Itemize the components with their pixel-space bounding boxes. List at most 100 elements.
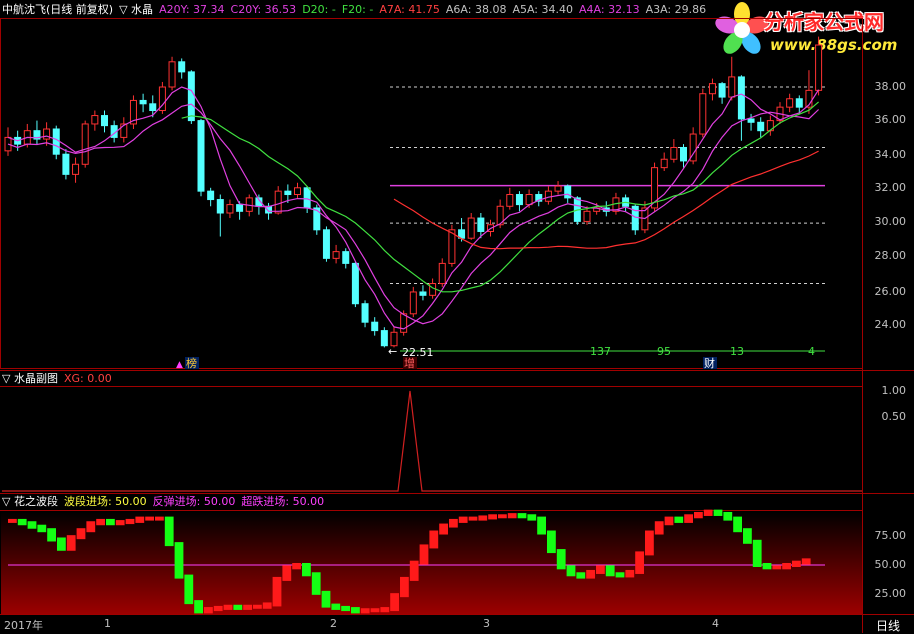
wave-bar — [106, 518, 115, 526]
candle — [351, 261, 359, 308]
candle-body — [815, 44, 823, 91]
wave-bar — [468, 516, 478, 521]
candle — [197, 118, 205, 197]
candle — [226, 199, 234, 219]
sub2-tick-0: 75.00 — [874, 529, 907, 542]
wave-bar — [478, 515, 488, 521]
candle — [544, 186, 552, 205]
candle-body — [62, 153, 70, 175]
candle-body — [332, 251, 340, 259]
candle-body — [187, 71, 195, 122]
wave-bar — [311, 572, 321, 595]
main-price-chart[interactable]: 22.51← 137 95 13 4榜增财▲ — [4, 36, 825, 370]
sub1-title[interactable]: ▽ 水晶副图 — [2, 372, 58, 385]
candle — [728, 56, 736, 101]
candle-body — [72, 163, 80, 175]
candle-body — [515, 194, 523, 206]
price-tick-0: 38.00 — [874, 80, 907, 93]
wave-bar — [547, 530, 556, 554]
candle — [708, 78, 716, 101]
wave-bar — [684, 514, 693, 523]
candle-body — [52, 128, 60, 155]
time-tick-4: 4 — [712, 617, 719, 630]
wave-bar — [360, 608, 370, 614]
candle-body — [708, 83, 716, 95]
candle — [33, 120, 41, 145]
candle — [467, 213, 475, 240]
wave-bar — [57, 537, 66, 551]
candle-body — [583, 210, 591, 222]
count-label-3: 4 — [808, 345, 815, 358]
candle — [322, 226, 330, 262]
wave-bar — [664, 516, 674, 526]
wave-bar — [752, 539, 762, 567]
candle-body — [226, 204, 234, 214]
count-label-2: 13 — [730, 345, 744, 358]
wave-bar — [282, 565, 292, 581]
candle — [535, 191, 543, 207]
wave-bar — [743, 528, 752, 544]
candle — [409, 286, 417, 318]
candle-body — [351, 262, 359, 305]
wave-bar — [213, 605, 223, 612]
candle-body — [390, 331, 398, 347]
wave-bar — [449, 518, 458, 528]
marker-text: 增 — [404, 356, 415, 370]
price-tick-5: 28.00 — [874, 249, 907, 262]
candle-body — [670, 146, 678, 160]
wave-bar — [253, 604, 262, 609]
wave-bar — [370, 608, 380, 613]
wave-bar — [517, 513, 527, 519]
candle — [168, 56, 176, 91]
marker-1: 增 — [403, 356, 417, 370]
wave-bar — [507, 513, 517, 519]
candle-body — [699, 93, 707, 135]
chart-canvas[interactable]: 22.51← 137 95 13 4榜增财▲ — [0, 0, 914, 633]
candle — [158, 81, 166, 114]
candle — [680, 144, 687, 168]
sub2-title[interactable]: ▽ 花之波段 — [2, 495, 58, 508]
candle-body — [294, 187, 301, 196]
candle-body — [419, 291, 427, 296]
candle-body — [564, 185, 572, 199]
wave-bar — [262, 602, 272, 609]
wave-bar — [66, 535, 76, 551]
sub1-header: ▽ 水晶副图 XG: 0.00 — [2, 372, 118, 386]
period-label[interactable]: 日线 — [876, 617, 900, 634]
candle-body — [303, 187, 311, 209]
candle — [699, 88, 707, 138]
candle — [554, 181, 562, 195]
wave-bar — [76, 528, 86, 540]
wave-bar — [17, 518, 27, 526]
wave-bar — [498, 514, 507, 519]
wave-bar — [302, 563, 311, 577]
wave-bar — [654, 521, 664, 535]
candle-body — [757, 121, 765, 132]
candle-body — [361, 303, 369, 323]
candle-body — [737, 76, 745, 120]
candle — [129, 95, 137, 129]
candle-body — [274, 190, 282, 214]
candle-body — [342, 251, 350, 264]
marker-text: 榜 — [186, 356, 197, 370]
wave-bar — [576, 572, 586, 579]
wave-bar — [380, 607, 390, 613]
candle-body — [43, 128, 51, 140]
candle — [207, 187, 215, 207]
candle — [149, 95, 157, 118]
wave-bar — [645, 530, 654, 556]
time-tick-0: 2017年 — [4, 619, 43, 632]
wave-bar — [400, 576, 409, 598]
candle — [81, 120, 89, 168]
candle — [718, 81, 726, 104]
candle-body — [467, 217, 475, 239]
sub1-chart[interactable] — [2, 390, 862, 492]
candle — [139, 93, 147, 113]
candle — [371, 317, 379, 336]
wave-bar — [694, 511, 703, 519]
candle — [660, 152, 668, 171]
wave-bar — [27, 521, 37, 529]
candle — [815, 36, 823, 96]
marker-text: 财 — [704, 356, 715, 370]
wave-bar — [96, 518, 105, 526]
